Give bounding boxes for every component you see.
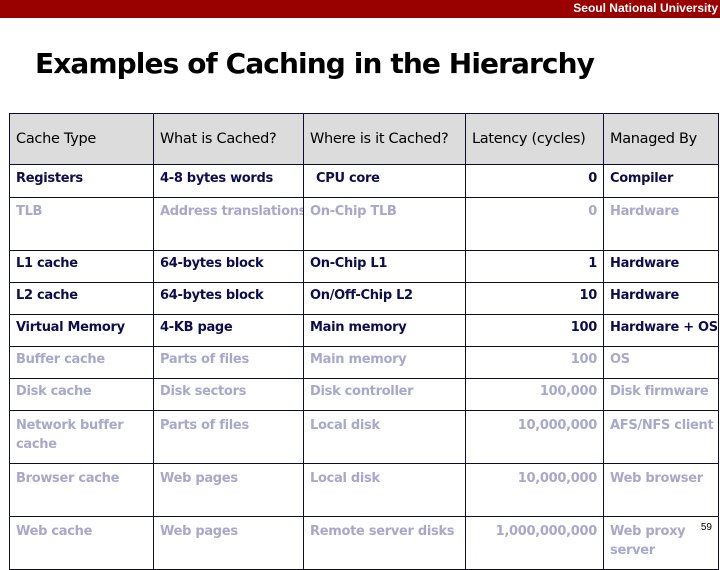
cell-what: 64-bytes block	[153, 250, 304, 283]
slide-title: Examples of Caching in the Hierarchy	[35, 47, 595, 80]
cell-managed-by: Hardware + OS	[603, 314, 719, 347]
cell-latency: 1,000,000,000	[465, 516, 604, 570]
cell-cache-type: Web cache	[9, 516, 154, 570]
cell-what: 4-8 bytes words	[153, 164, 304, 198]
cell-managed-by: Hardware	[603, 250, 719, 283]
cell-where: Main memory	[303, 346, 466, 379]
cell-what: Parts of files	[153, 346, 304, 379]
cell-where: On/Off-Chip L2	[303, 282, 466, 315]
column-header-where-is-it-cached: Where is it Cached?	[303, 113, 466, 165]
caching-examples-table: Cache Type What is Cached? Where is it C…	[9, 113, 719, 570]
cell-what: Disk sectors	[153, 378, 304, 411]
cell-cache-type: L1 cache	[9, 250, 154, 283]
cell-where: Local disk	[303, 410, 466, 464]
cell-cache-type: Network buffer cache	[9, 410, 154, 464]
cell-where: Local disk	[303, 463, 466, 517]
column-header-latency: Latency (cycles)	[465, 113, 604, 165]
organization-name: Seoul National University	[573, 1, 718, 15]
cell-managed-by: AFS/NFS client	[603, 410, 719, 464]
cell-what: Web pages	[153, 463, 304, 517]
cell-cache-type: Disk cache	[9, 378, 154, 411]
cell-cache-type: L2 cache	[9, 282, 154, 315]
cell-where: Disk controller	[303, 378, 466, 411]
cell-what: Address translations	[153, 197, 304, 251]
cell-latency: 100,000	[465, 378, 604, 411]
table-row: TLB Address translations On-Chip TLB 0 H…	[9, 197, 719, 251]
cell-cache-type: Virtual Memory	[9, 314, 154, 347]
cell-where: Remote server disks	[303, 516, 466, 570]
table-row: Network buffer cache Parts of files Loca…	[9, 410, 719, 464]
cell-latency: 10,000,000	[465, 410, 604, 464]
cell-managed-by: Hardware	[603, 197, 719, 251]
table-row: Browser cache Web pages Local disk 10,00…	[9, 463, 719, 517]
table-row: Virtual Memory 4-KB page Main memory 100…	[9, 314, 719, 347]
table-header-row: Cache Type What is Cached? Where is it C…	[9, 113, 719, 165]
cell-what: Parts of files	[153, 410, 304, 464]
column-header-managed-by: Managed By	[603, 113, 719, 165]
cell-managed-by: Hardware	[603, 282, 719, 315]
cell-latency: 10	[465, 282, 604, 315]
cell-cache-type: Registers	[9, 164, 154, 198]
table-row: L2 cache 64-bytes block On/Off-Chip L2 1…	[9, 282, 719, 315]
header-bar: Seoul National University	[0, 0, 720, 18]
cell-latency: 100	[465, 314, 604, 347]
cell-cache-type: TLB	[9, 197, 154, 251]
column-header-cache-type: Cache Type	[9, 113, 154, 165]
cell-managed-by: Web browser	[603, 463, 719, 517]
cell-managed-by: Disk firmware	[603, 378, 719, 411]
cell-managed-by: OS	[603, 346, 719, 379]
cell-where: On-Chip L1	[303, 250, 466, 283]
table-row: Registers 4-8 bytes words CPU core 0 Com…	[9, 164, 719, 198]
table-row: L1 cache 64-bytes block On-Chip L1 1 Har…	[9, 250, 719, 283]
cell-cache-type: Browser cache	[9, 463, 154, 517]
cell-latency: 10,000,000	[465, 463, 604, 517]
cell-latency: 100	[465, 346, 604, 379]
cell-what: Web pages	[153, 516, 304, 570]
cell-cache-type: Buffer cache	[9, 346, 154, 379]
cell-what: 64-bytes block	[153, 282, 304, 315]
cell-where: CPU core	[303, 164, 466, 198]
page-number: 59	[700, 522, 712, 533]
table-row: Web cache Web pages Remote server disks …	[9, 516, 719, 570]
table-row: Buffer cache Parts of files Main memory …	[9, 346, 719, 379]
cell-where: Main memory	[303, 314, 466, 347]
table-row: Disk cache Disk sectors Disk controller …	[9, 378, 719, 411]
cell-latency: 1	[465, 250, 604, 283]
cell-latency: 0	[465, 164, 604, 198]
cell-what: 4-KB page	[153, 314, 304, 347]
column-header-what-is-cached: What is Cached?	[153, 113, 304, 165]
cell-where: On-Chip TLB	[303, 197, 466, 251]
cell-managed-by: Compiler	[603, 164, 719, 198]
cell-latency: 0	[465, 197, 604, 251]
